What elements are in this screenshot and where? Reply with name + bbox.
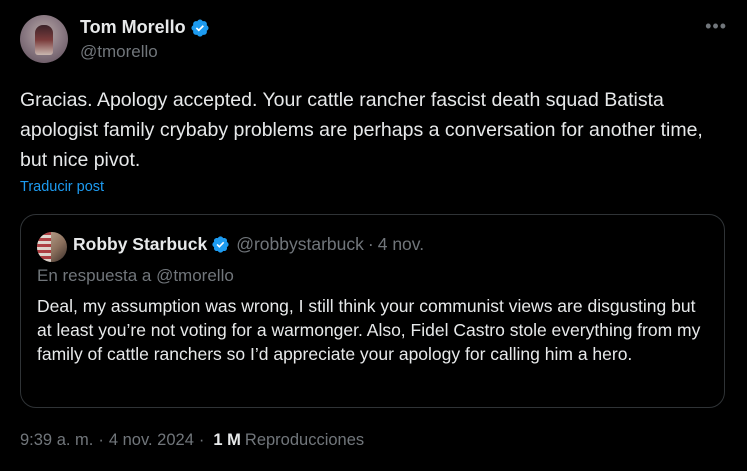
meta-separator: · [198,431,205,449]
author-name-text[interactable]: Tom Morello [80,17,186,38]
views-label[interactable]: Reproducciones [245,431,364,450]
author-handle[interactable]: @tmorello [80,42,158,62]
quote-date[interactable]: 4 nov. [378,234,424,255]
quoted-tweet[interactable]: Robby Starbuck @robbystarbuck · 4 nov. E… [20,214,725,408]
quote-separator: · [367,234,374,254]
quote-author-avatar[interactable] [37,232,67,262]
tweet-meta: 9:39 a. m. · 4 nov. 2024 · 1 M Reproducc… [20,431,364,450]
author-name[interactable]: Tom Morello [80,17,210,38]
tweet-date[interactable]: 4 nov. 2024 [109,431,194,450]
quote-text: Deal, my assumption was wrong, I still t… [37,296,701,364]
verified-badge-icon [191,18,209,37]
quote-header: Robby Starbuck @robbystarbuck · 4 nov. [73,234,424,255]
tweet-time[interactable]: 9:39 a. m. [20,431,93,450]
verified-badge-icon [212,236,229,253]
author-avatar[interactable] [20,15,68,63]
translate-post-link[interactable]: Traducir post [20,179,104,195]
quote-reply-context: En respuesta a @tmorello [37,266,234,285]
meta-separator: · [98,431,104,449]
quote-author-name[interactable]: Robby Starbuck [73,234,207,255]
quote-author-handle[interactable]: @robbystarbuck [236,234,364,255]
tweet-text: Gracias. Apology accepted. Your cattle r… [20,89,703,171]
more-options-icon[interactable]: ••• [705,16,727,37]
views-count[interactable]: 1 M [213,431,241,450]
